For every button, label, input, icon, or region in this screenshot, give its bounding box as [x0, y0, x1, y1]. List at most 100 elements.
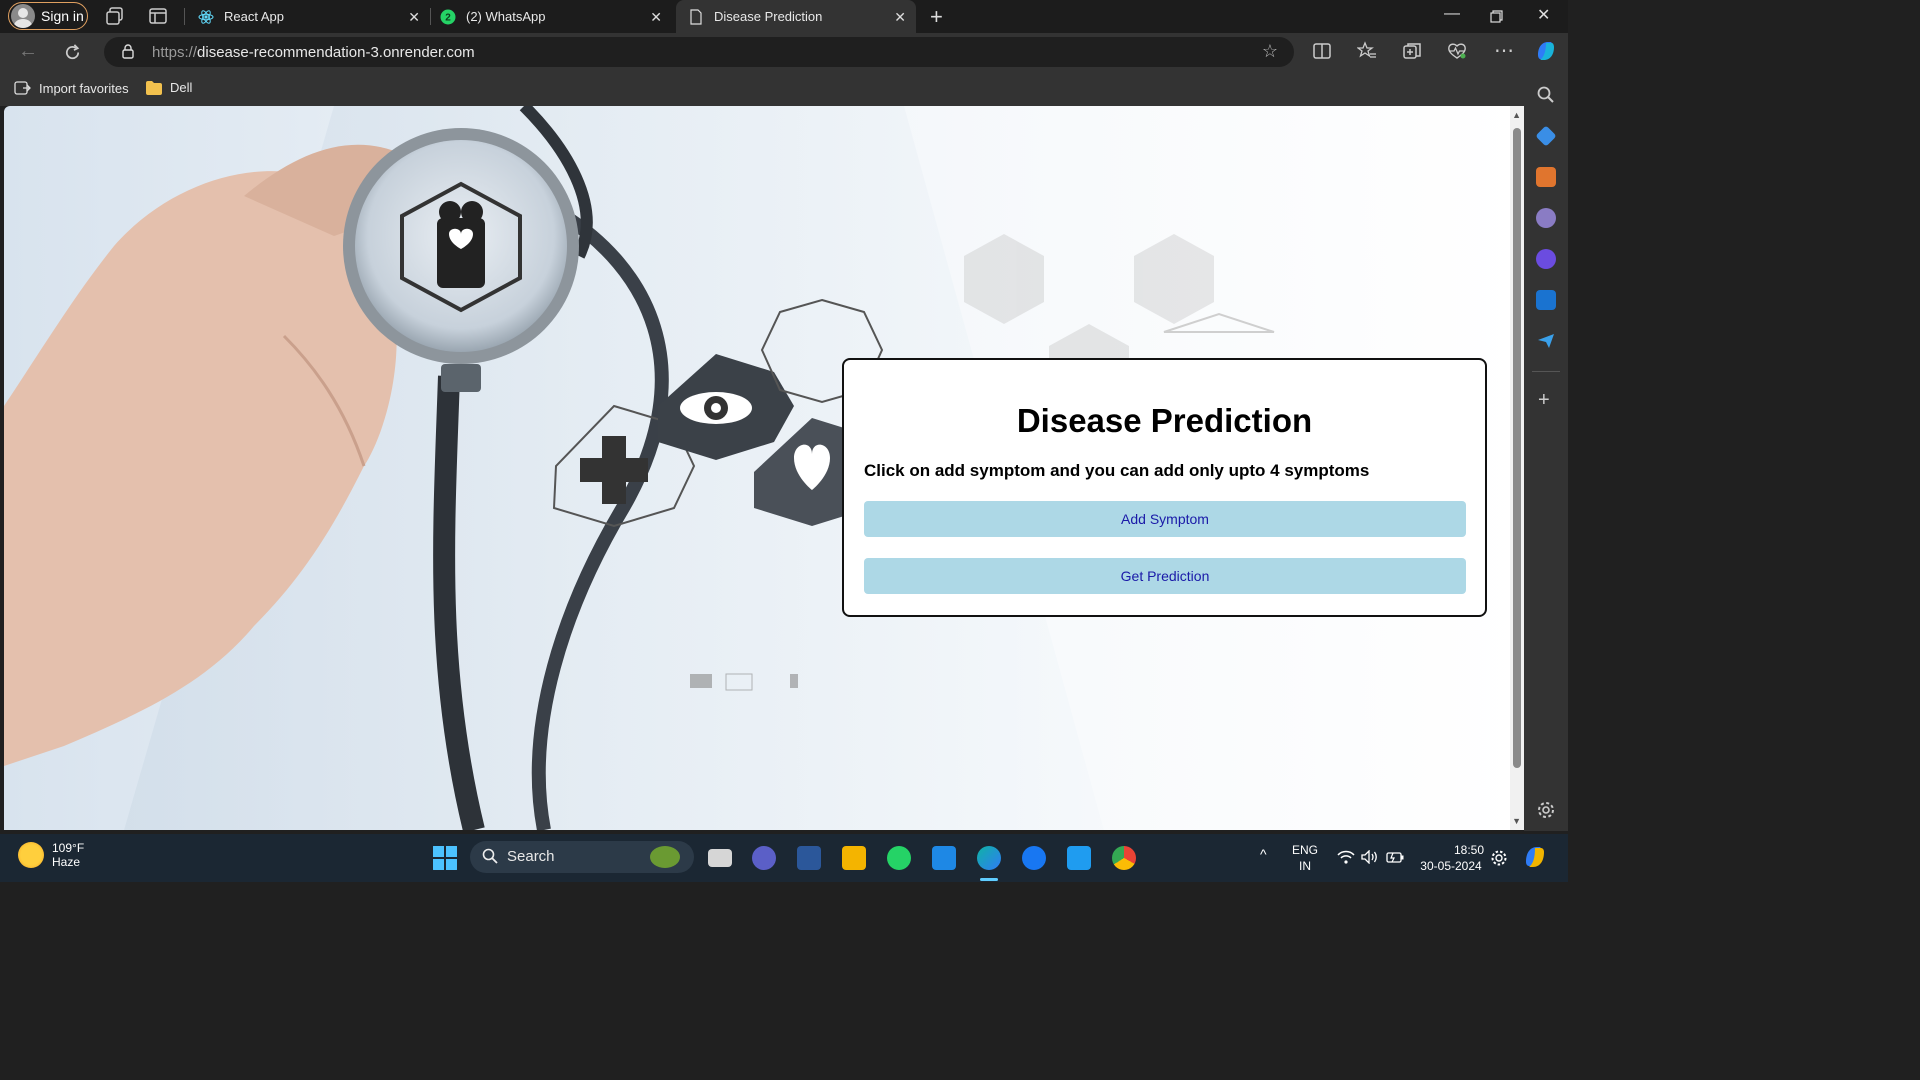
close-window-icon[interactable]: ✕	[1537, 5, 1550, 25]
sun-haze-icon	[18, 842, 44, 868]
favorites-icon[interactable]	[1357, 41, 1377, 61]
tab-separator	[184, 8, 185, 25]
instruction-text: Click on add symptom and you can add onl…	[864, 461, 1370, 480]
copilot-icon[interactable]	[1534, 39, 1558, 63]
notifications-gear-icon[interactable]	[1490, 849, 1508, 867]
close-tab-icon[interactable]: ✕	[650, 9, 662, 26]
minimize-icon[interactable]: —	[1444, 5, 1460, 23]
dell-folder-link[interactable]: Dell	[146, 80, 192, 95]
chrome-icon[interactable]	[1112, 846, 1136, 870]
page-viewport: ▲ ▼ Disease Prediction Click on add symp…	[4, 106, 1524, 830]
copilot-taskbar-icon[interactable]	[1522, 844, 1548, 870]
wifi-icon[interactable]	[1337, 850, 1355, 864]
url-text[interactable]: https://disease-recommendation-3.onrende…	[152, 44, 475, 61]
close-tab-icon[interactable]: ✕	[408, 9, 420, 26]
edge-sidebar: +	[1524, 71, 1568, 831]
tab-react-app[interactable]: React App ✕	[186, 0, 430, 33]
file-explorer-icon[interactable]	[842, 846, 866, 870]
word-icon[interactable]	[797, 846, 821, 870]
back-arrow-icon[interactable]: ←	[18, 40, 38, 63]
page-title: Disease Prediction	[1016, 402, 1313, 439]
outlook-icon[interactable]	[1536, 290, 1556, 310]
search-icon	[482, 848, 498, 864]
scroll-down-arrow-icon[interactable]: ▼	[1512, 816, 1521, 826]
get-prediction-button[interactable]: Get Prediction	[864, 558, 1466, 594]
taskbar-search-box[interactable]: Search	[470, 841, 694, 873]
language-indicator[interactable]: ENG IN	[1292, 842, 1318, 874]
close-tab-icon[interactable]: ✕	[894, 9, 906, 26]
browser-essentials-icon[interactable]	[1447, 41, 1467, 61]
import-icon	[14, 81, 31, 95]
navigation-bar: ← https://disease-recommendation-3.onren…	[0, 33, 1568, 71]
shopping-tag-icon[interactable]	[1535, 125, 1557, 147]
search-highlight-icon	[650, 846, 680, 868]
page-icon	[690, 8, 702, 25]
battery-icon[interactable]	[1386, 850, 1404, 864]
facebook-icon[interactable]	[1022, 846, 1046, 870]
tab-actions-icon[interactable]	[148, 6, 168, 26]
show-hidden-icons-chevron-icon[interactable]: ^	[1260, 846, 1267, 862]
add-symptom-button[interactable]: Add Symptom	[864, 501, 1466, 537]
lock-icon[interactable]	[122, 44, 134, 59]
url-host: disease-recommendation-3.onrender.com	[197, 44, 475, 61]
drop-send-icon[interactable]	[1536, 331, 1556, 351]
workspaces-icon[interactable]	[105, 6, 125, 26]
search-placeholder: Search	[507, 848, 555, 865]
more-options-icon[interactable]: ⋯	[1494, 38, 1514, 63]
edge-browser-icon[interactable]	[977, 846, 1001, 870]
new-tab-plus-icon[interactable]: +	[930, 4, 943, 30]
microsoft-365-icon[interactable]	[1536, 249, 1556, 269]
region-code: IN	[1299, 859, 1311, 873]
sign-in-button[interactable]: Sign in	[8, 2, 88, 30]
favorite-star-icon[interactable]: ☆	[1262, 41, 1278, 62]
refresh-icon[interactable]	[63, 43, 82, 62]
tab-title: Disease Prediction	[714, 9, 823, 24]
mail-icon[interactable]	[932, 846, 956, 870]
windows-taskbar: 109°F Haze Search ^ ENG IN 18:50 30-05-2…	[0, 834, 1568, 882]
clock[interactable]: 18:50 30-05-2024	[1418, 842, 1484, 874]
sign-in-label: Sign in	[41, 8, 84, 24]
tab-strip: Sign in React App ✕ 2 (2) WhatsApp ✕ Dis…	[0, 0, 1568, 33]
collections-icon[interactable]	[1402, 41, 1422, 61]
svg-text:2: 2	[445, 12, 451, 23]
volume-icon[interactable]	[1361, 850, 1379, 864]
split-screen-icon[interactable]	[1312, 41, 1332, 61]
profile-avatar-icon	[11, 4, 35, 28]
scroll-up-arrow-icon[interactable]: ▲	[1512, 110, 1521, 120]
weather-widget[interactable]: 109°F Haze	[18, 841, 84, 869]
scrollbar[interactable]: ▲ ▼	[1510, 106, 1524, 830]
whatsapp-app-icon[interactable]	[887, 846, 911, 870]
language-code: ENG	[1292, 843, 1319, 857]
temperature: 109°F	[52, 841, 85, 855]
tab-title: (2) WhatsApp	[466, 9, 546, 24]
scrollbar-thumb[interactable]	[1513, 128, 1521, 768]
import-favorites-link[interactable]: Import favorites	[14, 80, 129, 96]
vscode-icon[interactable]	[1067, 846, 1091, 870]
search-icon[interactable]	[1536, 85, 1556, 105]
weather-condition: Haze	[52, 855, 81, 869]
settings-gear-icon[interactable]	[1536, 800, 1556, 820]
clock-date: 30-05-2024	[1420, 859, 1482, 873]
games-icon[interactable]	[1536, 208, 1556, 228]
teams-chat-icon[interactable]	[752, 846, 776, 870]
address-bar[interactable]: https://disease-recommendation-3.onrende…	[104, 37, 1294, 67]
dell-folder-label: Dell	[170, 80, 193, 95]
folder-icon	[146, 80, 162, 95]
whatsapp-icon: 2	[440, 9, 456, 24]
favorites-bar: Import favorites Dell	[0, 71, 1568, 106]
prediction-card: Disease Prediction Click on add symptom …	[842, 358, 1487, 617]
import-favorites-label: Import favorites	[39, 80, 129, 96]
tab-whatsapp[interactable]: 2 (2) WhatsApp ✕	[428, 0, 672, 33]
task-view-icon[interactable]	[708, 849, 732, 867]
active-app-indicator	[980, 878, 998, 881]
url-protocol: https://	[152, 44, 198, 61]
tools-icon[interactable]	[1536, 167, 1556, 187]
tab-title: React App	[224, 9, 284, 24]
add-sidebar-app-icon[interactable]: +	[1538, 389, 1550, 412]
restore-icon[interactable]	[1490, 10, 1503, 23]
react-icon	[198, 9, 214, 24]
sidebar-divider	[1532, 371, 1560, 372]
windows-start-icon[interactable]	[432, 845, 458, 871]
tab-disease-prediction[interactable]: Disease Prediction ✕	[676, 0, 916, 33]
clock-time: 18:50	[1453, 843, 1484, 857]
